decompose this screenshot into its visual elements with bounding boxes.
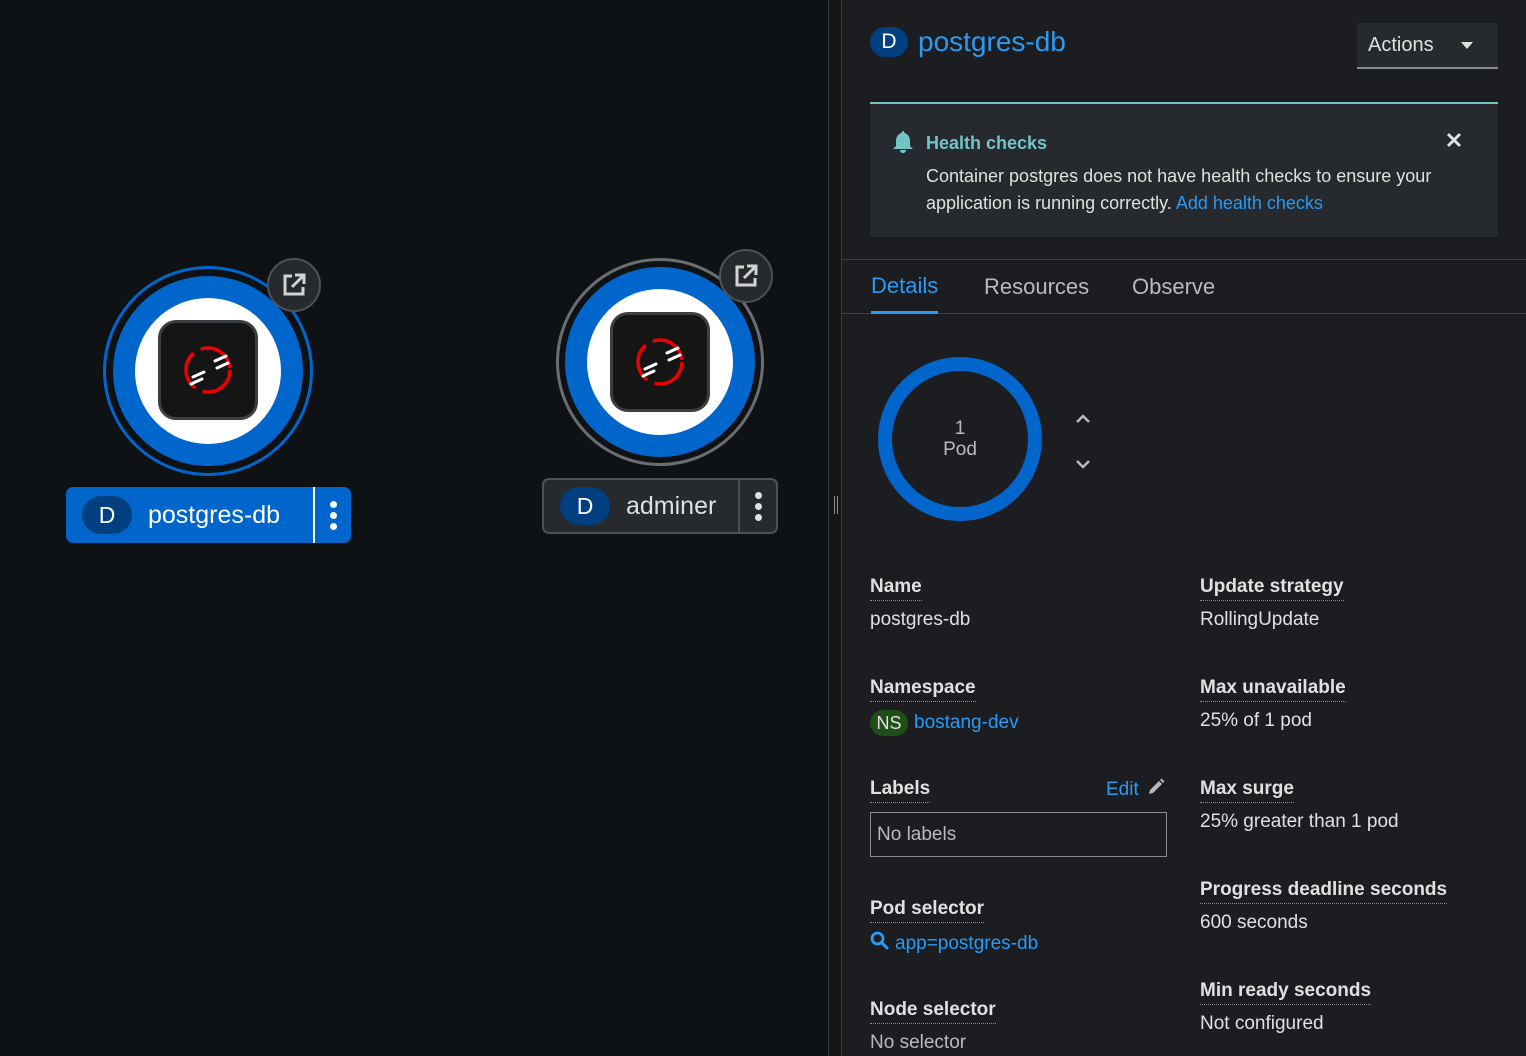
alert-title: Health checks — [926, 133, 1048, 153]
labels-edit-button[interactable]: Edit — [1106, 778, 1165, 802]
update-strategy-label: Update strategy — [1200, 576, 1344, 601]
deployment-badge: D — [560, 487, 610, 525]
labels-field: Labels Edit No labels — [870, 778, 1170, 857]
tab-observe[interactable]: Observe — [1132, 260, 1215, 314]
topology-node-adminer[interactable]: D adminer — [500, 0, 829, 560]
health-checks-alert: Health checks Container postgres does no… — [870, 102, 1498, 237]
actions-label: Actions — [1368, 33, 1434, 56]
min-ready-label: Min ready seconds — [1200, 980, 1372, 1005]
name-label: Name — [870, 576, 922, 601]
namespace-value: NS bostang-dev — [870, 710, 1019, 736]
bell-icon — [892, 130, 914, 159]
progress-deadline-field: Progress deadline seconds 600 seconds — [1200, 879, 1448, 934]
add-health-checks-link[interactable]: Add health checks — [1176, 193, 1323, 213]
caret-down-icon — [1461, 42, 1473, 49]
panel-header: D postgres-db — [870, 26, 1066, 58]
namespace-badge: NS — [870, 710, 908, 736]
deployment-badge: D — [870, 27, 908, 57]
tab-details[interactable]: Details — [871, 260, 939, 314]
name-field: Name postgres-db — [870, 576, 970, 631]
namespace-field: Namespace NS bostang-dev — [870, 677, 1019, 736]
deployment-badge: D — [82, 496, 132, 534]
external-link-icon[interactable] — [267, 258, 321, 312]
topology-node-postgres-db[interactable]: D postgres-db — [0, 0, 400, 560]
max-surge-value: 25% greater than 1 pod — [1200, 811, 1399, 832]
labels-label: Labels — [870, 778, 931, 803]
tab-resources[interactable]: Resources — [984, 260, 1089, 314]
node-label-postgres-db[interactable]: D postgres-db — [66, 487, 351, 543]
alert-body: Container postgres does not have health … — [926, 163, 1466, 217]
labels-edit-label: Edit — [1106, 779, 1139, 800]
pod-selector-field: Pod selector app=postgres-db — [870, 898, 1038, 956]
node-selector-value: No selector — [870, 1032, 967, 1053]
actions-dropdown[interactable]: Actions — [1357, 23, 1498, 69]
labels-box[interactable]: No labels — [870, 812, 1167, 857]
pod-unit: Pod — [943, 439, 977, 460]
name-value: postgres-db — [870, 609, 971, 630]
max-surge-label: Max surge — [1200, 778, 1294, 803]
pod-count: 1 — [954, 418, 966, 439]
min-ready-field: Min ready seconds Not configured — [1200, 980, 1372, 1035]
side-panel: D postgres-db Actions Health checks Cont… — [842, 0, 1526, 1056]
topology-canvas[interactable]: D postgres-db D adminer — [0, 0, 829, 1056]
external-link-icon[interactable] — [719, 249, 773, 303]
panel-title[interactable]: postgres-db — [918, 26, 1066, 58]
node-selector-label: Node selector — [870, 999, 996, 1024]
pencil-icon — [1147, 778, 1165, 802]
namespace-link[interactable]: bostang-dev — [914, 712, 1019, 733]
panel-tabs: Details Resources Observe — [842, 259, 1526, 314]
progress-deadline-value: 600 seconds — [1200, 912, 1308, 933]
node-selector-field: Node selector No selector — [870, 999, 996, 1054]
max-unavailable-value: 25% of 1 pod — [1200, 710, 1312, 731]
drag-grip-icon[interactable] — [834, 496, 838, 514]
close-icon[interactable] — [1444, 130, 1464, 150]
min-ready-value: Not configured — [1200, 1013, 1324, 1034]
max-unavailable-field: Max unavailable 25% of 1 pod — [1200, 677, 1346, 732]
node-name: postgres-db — [148, 500, 281, 529]
pod-selector-label: Pod selector — [870, 898, 985, 923]
scale-down-icon[interactable] — [1074, 455, 1092, 473]
openshift-icon — [610, 312, 710, 412]
search-icon — [870, 931, 889, 956]
progress-deadline-label: Progress deadline seconds — [1200, 879, 1448, 904]
panel-resize-handle[interactable] — [828, 0, 842, 1056]
kebab-menu-icon[interactable] — [313, 487, 351, 543]
pod-selector-link[interactable]: app=postgres-db — [895, 933, 1038, 955]
kebab-menu-icon[interactable] — [738, 480, 776, 532]
pod-selector-value: app=postgres-db — [870, 931, 1038, 956]
max-surge-field: Max surge 25% greater than 1 pod — [1200, 778, 1399, 833]
scale-up-icon[interactable] — [1074, 410, 1092, 428]
openshift-icon — [158, 320, 258, 420]
node-name: adminer — [626, 491, 717, 520]
update-strategy-field: Update strategy RollingUpdate — [1200, 576, 1344, 631]
max-unavailable-label: Max unavailable — [1200, 677, 1346, 702]
update-strategy-value: RollingUpdate — [1200, 609, 1320, 630]
pod-count-donut: 1 Pod — [878, 357, 1042, 521]
namespace-label: Namespace — [870, 677, 976, 702]
node-label-adminer[interactable]: D adminer — [542, 478, 778, 534]
